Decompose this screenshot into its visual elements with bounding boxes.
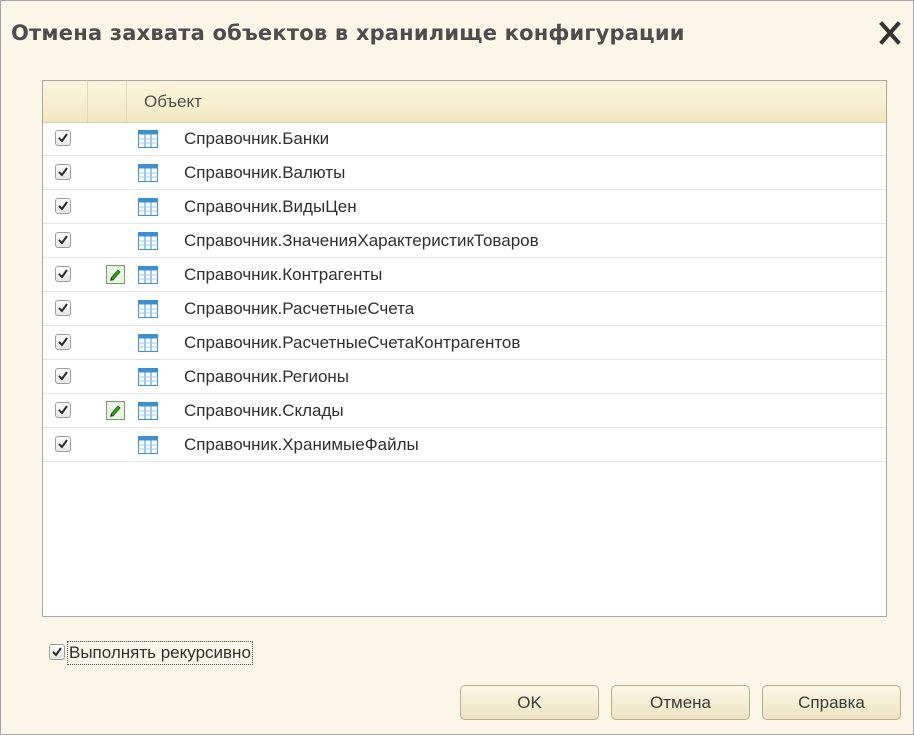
- row-checkbox[interactable]: [55, 300, 71, 316]
- row-object-label: Справочник.Регионы: [184, 367, 350, 386]
- catalog-icon: [138, 334, 158, 352]
- close-icon[interactable]: [875, 19, 905, 47]
- title-bar: Отмена захвата объектов в хранилище конф…: [1, 1, 913, 63]
- catalog-icon: [138, 232, 158, 250]
- table-row[interactable]: Справочник.Склады: [43, 394, 886, 428]
- catalog-icon: [138, 402, 158, 420]
- pencil-icon: [106, 401, 125, 420]
- header-object-column[interactable]: Объект: [127, 81, 886, 122]
- row-checkbox[interactable]: [55, 334, 71, 350]
- row-checkbox[interactable]: [55, 130, 71, 146]
- catalog-icon: [138, 164, 158, 182]
- table-row[interactable]: Справочник.Регионы: [43, 360, 886, 394]
- dialog-title: Отмена захвата объектов в хранилище конф…: [11, 21, 685, 45]
- row-checkbox[interactable]: [55, 266, 71, 282]
- pencil-icon: [106, 265, 125, 284]
- row-object-label: Справочник.Банки: [184, 129, 330, 148]
- row-object-label: Справочник.ВидыЦен: [184, 197, 357, 216]
- ok-button[interactable]: OK: [460, 685, 599, 720]
- catalog-icon: [138, 368, 158, 386]
- row-object-label: Справочник.Контрагенты: [184, 265, 383, 284]
- row-checkbox[interactable]: [55, 402, 71, 418]
- objects-table[interactable]: Объект Справочник.Банки Справочник.Валюты…: [42, 80, 887, 617]
- row-object-label: Справочник.ЗначенияХарактеристикТоваров: [184, 231, 539, 250]
- table-header: Объект: [43, 81, 886, 123]
- row-checkbox[interactable]: [55, 164, 71, 180]
- catalog-icon: [138, 130, 158, 148]
- header-status-column[interactable]: [88, 81, 127, 122]
- recursive-checkbox[interactable]: [49, 644, 65, 660]
- table-row[interactable]: Справочник.РасчетныеСчетаКонтрагентов: [43, 326, 886, 360]
- row-checkbox[interactable]: [55, 198, 71, 214]
- row-object-label: Справочник.ХранимыеФайлы: [184, 435, 419, 454]
- cancel-button[interactable]: Отмена: [611, 685, 750, 720]
- row-object-label: Справочник.Склады: [184, 401, 344, 420]
- table-row[interactable]: Справочник.ЗначенияХарактеристикТоваров: [43, 224, 886, 258]
- catalog-icon: [138, 436, 158, 454]
- catalog-icon: [138, 198, 158, 216]
- table-row[interactable]: Справочник.ХранимыеФайлы: [43, 428, 886, 462]
- catalog-icon: [138, 266, 158, 284]
- recursive-label[interactable]: Выполнять рекурсивно: [67, 641, 253, 665]
- header-check-column[interactable]: [43, 81, 88, 122]
- row-object-label: Справочник.РасчетныеСчетаКонтрагентов: [184, 333, 521, 352]
- row-object-label: Справочник.РасчетныеСчета: [184, 299, 415, 318]
- row-checkbox[interactable]: [55, 436, 71, 452]
- table-row[interactable]: Справочник.ВидыЦен: [43, 190, 886, 224]
- table-row[interactable]: Справочник.Контрагенты: [43, 258, 886, 292]
- help-button[interactable]: Справка: [762, 685, 901, 720]
- table-row[interactable]: Справочник.Валюты: [43, 156, 886, 190]
- object-column-label: Объект: [144, 92, 202, 111]
- row-checkbox[interactable]: [55, 232, 71, 248]
- catalog-icon: [138, 300, 158, 318]
- table-row[interactable]: Справочник.Банки: [43, 122, 886, 156]
- table-row[interactable]: Справочник.РасчетныеСчета: [43, 292, 886, 326]
- row-object-label: Справочник.Валюты: [184, 163, 346, 182]
- row-checkbox[interactable]: [55, 368, 71, 384]
- dialog-window: Отмена захвата объектов в хранилище конф…: [0, 0, 914, 735]
